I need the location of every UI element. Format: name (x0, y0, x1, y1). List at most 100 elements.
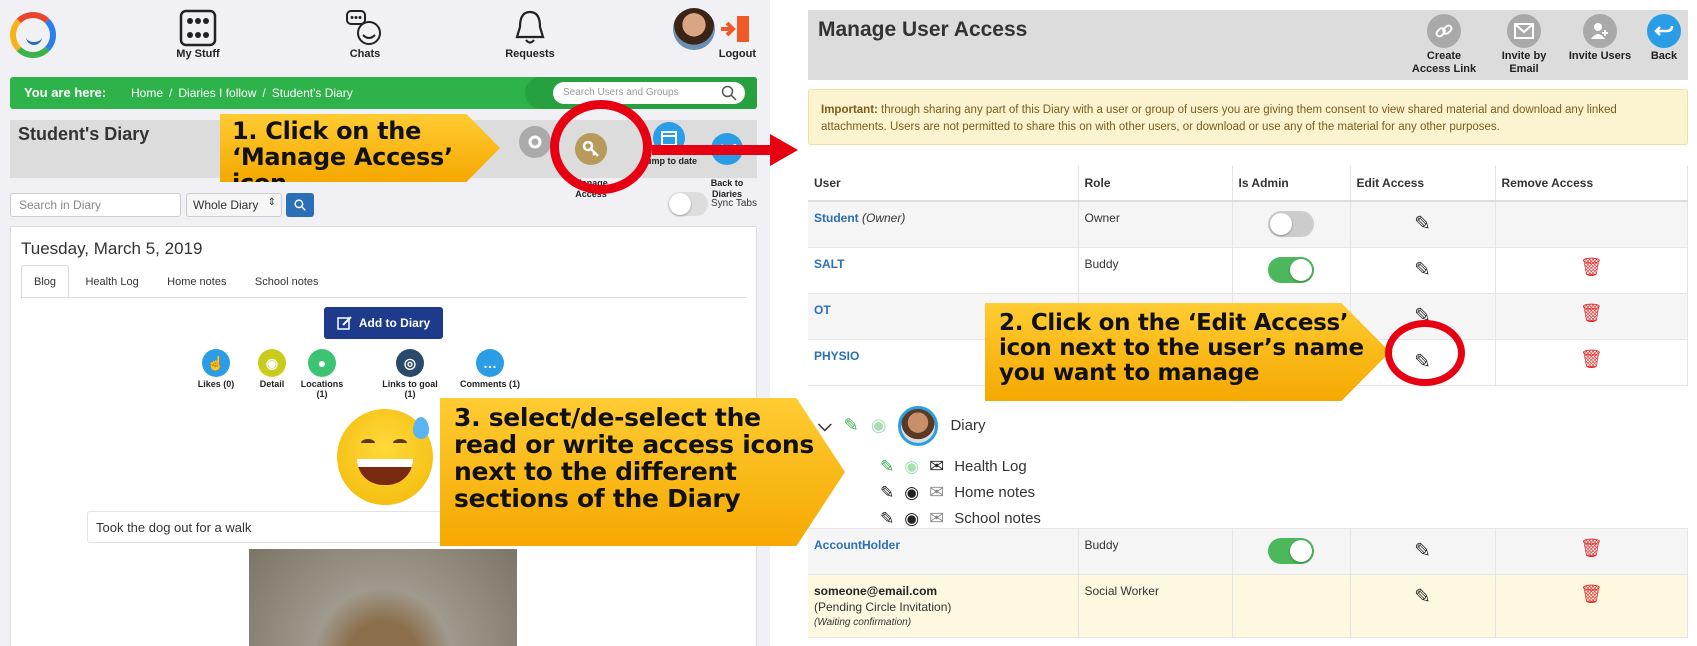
write-pencil-icon[interactable]: ✎ (844, 415, 859, 436)
avatar (672, 8, 715, 50)
callout-3-text: 3. select/de-select the read or write ac… (454, 403, 814, 513)
invite-by-email-label: Invite by Email (1501, 50, 1547, 75)
select-arrows-icon: ⇕ (267, 197, 276, 208)
read-eye-icon[interactable]: ◉ (904, 483, 919, 503)
is-admin-toggle[interactable] (1268, 256, 1314, 283)
section-row: ✎ ◉ ✉ School notes (880, 506, 1041, 532)
user-name[interactable]: PHYSIO (814, 349, 859, 363)
back-label: Back (1650, 50, 1678, 62)
write-pencil-icon[interactable]: ✎ (880, 457, 894, 477)
breadcrumb-home[interactable]: Home (131, 86, 163, 100)
invite-users-button[interactable]: Invite Users (1565, 14, 1635, 63)
reaction-1[interactable]: ◉ Detail (247, 349, 297, 389)
write-pencil-icon[interactable]: ✎ (880, 483, 894, 503)
post-text-content: Took the dog out for a walk (96, 520, 252, 535)
reaction-label: Links to goal (1) (382, 379, 438, 399)
chevron-down-icon[interactable]: ⌵ (818, 415, 832, 436)
back-to-diaries-button[interactable]: Back to Diaries (698, 122, 756, 200)
col-user: User (808, 166, 1079, 202)
nav-logout[interactable]: Logout (665, 8, 760, 60)
back-arrow-icon (1647, 14, 1681, 48)
add-to-diary-label: Add to Diary (358, 316, 431, 330)
diary-avatar (898, 405, 939, 446)
envelope-icon: ✉ (929, 456, 945, 476)
scope-select-value: Whole Diary (193, 198, 259, 212)
add-to-diary-button[interactable]: Add to Diary (324, 307, 443, 339)
read-eye-icon[interactable]: ◉ (904, 457, 919, 477)
reaction-label: Comments (1) (459, 379, 520, 389)
search-diary-button[interactable] (286, 193, 314, 217)
write-pencil-icon[interactable]: ✎ (880, 509, 894, 529)
search-users-input[interactable]: Search Users and Groups (553, 82, 745, 104)
app-logo[interactable] (10, 12, 56, 58)
reaction-label: Detail (259, 379, 285, 389)
user-name[interactable]: SALT (814, 257, 844, 271)
is-admin-toggle[interactable] (1268, 537, 1314, 564)
invite-by-email-button[interactable]: Invite by Email (1493, 14, 1555, 76)
arrow-head-icon (770, 134, 798, 166)
back-button[interactable]: Back (1642, 14, 1686, 63)
user-name[interactable]: someone@email.com (814, 584, 937, 598)
create-access-link-button[interactable]: Create Access Link (1411, 14, 1477, 76)
manage-access-header: Manage User Access Create Access Link In… (808, 10, 1688, 80)
reaction-3[interactable]: ◎ Links to goal (1) (377, 349, 443, 399)
chat-bubbles-icon (335, 8, 395, 48)
scope-select[interactable]: Whole Diary ⇕ (186, 193, 282, 217)
highlight-manage-access (550, 100, 652, 194)
remove-access-trash-icon[interactable]: 🗑 (1502, 349, 1682, 370)
remove-access-trash-icon[interactable]: 🗑 (1502, 538, 1682, 559)
settings-button[interactable] (515, 126, 555, 160)
col-role: Role (1078, 166, 1233, 202)
read-eye-icon[interactable]: ◉ (904, 509, 919, 529)
post-photo[interactable] (249, 549, 517, 646)
nav-requests[interactable]: Requests (495, 8, 565, 60)
nav-label: Logout (718, 48, 756, 60)
reaction-0[interactable]: ☝ Likes (0) (191, 349, 241, 389)
arrow-shaft (652, 145, 772, 155)
page-title: Student's Diary (18, 124, 150, 144)
nav-label: Requests (505, 48, 555, 60)
role: Social Worker (1084, 584, 1159, 598)
section-row: ✎ ◉ ✉ Health Log (880, 454, 1041, 480)
remove-access-trash-icon[interactable]: 🗑 (1502, 303, 1682, 324)
grid-icon (168, 8, 228, 48)
highlight-edit-access (1385, 320, 1465, 386)
is-admin-toggle[interactable] (1268, 211, 1314, 237)
section-diary-label: Diary (950, 417, 986, 434)
nav-chats[interactable]: Chats (335, 8, 395, 60)
role: Owner (1084, 211, 1120, 225)
nav-my-stuff[interactable]: My Stuff (168, 8, 228, 60)
read-eye-icon[interactable]: ◉ (871, 415, 887, 436)
tab-blog[interactable]: Blog (21, 265, 70, 299)
sync-tabs-toggle[interactable] (668, 192, 708, 216)
user-name[interactable]: OT (814, 303, 831, 317)
edit-access-pencil-icon[interactable]: ✎ (1357, 538, 1489, 563)
reaction-2[interactable]: ● Locations (1) (297, 349, 347, 399)
breadcrumb-diaries[interactable]: Diaries I follow (178, 86, 256, 100)
table-row: someone@email.com (Pending Circle Invitat… (808, 574, 1688, 638)
section-row: ✎ ◉ ✉ Home notes (880, 480, 1041, 506)
remove-access-trash-icon[interactable]: 🗑 (1502, 584, 1682, 605)
col-edit-access: Edit Access (1350, 166, 1496, 202)
section-label: School notes (954, 510, 1041, 527)
user-name[interactable]: Student (814, 211, 859, 225)
reaction-4[interactable]: … Comments (1) (457, 349, 523, 389)
entry-date: Tuesday, March 5, 2019 (21, 239, 203, 258)
breadcrumb-label: You are here: (24, 85, 107, 100)
breadcrumb: You are here: Home / Diaries I follow / … (10, 77, 757, 109)
search-diary-input[interactable]: Search in Diary (10, 193, 181, 217)
tab-health-log[interactable]: Health Log (73, 266, 150, 298)
callout-step-2: 2. Click on the ‘Edit Access’ icon next … (985, 303, 1390, 401)
edit-access-pencil-icon[interactable]: ✎ (1357, 584, 1489, 609)
remove-access-trash-icon[interactable]: 🗑 (1502, 257, 1682, 278)
tab-school-notes[interactable]: School notes (243, 266, 331, 298)
edit-access-pencil-icon[interactable]: ✎ (1357, 257, 1489, 282)
edit-access-pencil-icon[interactable]: ✎ (1357, 211, 1489, 236)
role: Buddy (1084, 537, 1119, 552)
waiting-status: (Waiting confirmation) (814, 617, 912, 628)
user-name[interactable]: AccountHolder (814, 538, 900, 552)
envelope-icon (1507, 14, 1541, 48)
pending-status: (Pending Circle Invitation) (814, 600, 952, 614)
search-placeholder: Search Users and Groups (563, 87, 679, 98)
tab-home-notes[interactable]: Home notes (155, 266, 238, 298)
